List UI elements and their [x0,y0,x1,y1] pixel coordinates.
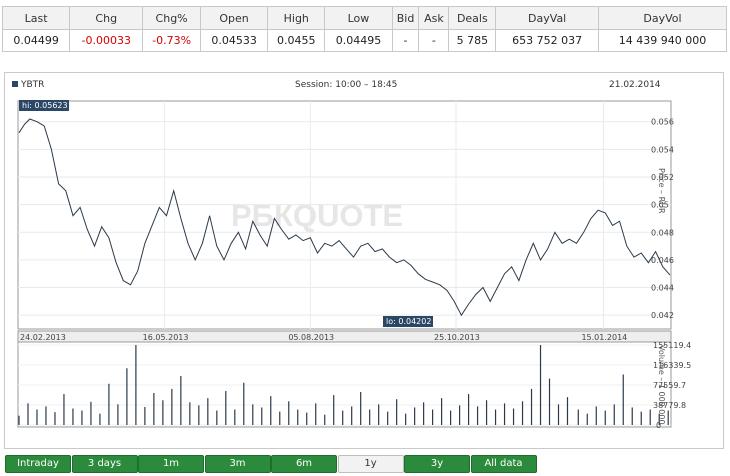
value-open: 0.04533 [199,29,269,52]
header-chg-percent: Chg% [142,6,201,30]
tab-all-data[interactable]: All data [470,455,537,473]
header-dayvol: DayVol [597,6,728,30]
header-open: Open [199,6,269,30]
value-low: 0.04495 [324,29,393,52]
price-tick-label: 0.048 [651,228,674,237]
header-dayval: DayVal [495,6,599,30]
ticker-label: YBTR [20,80,44,90]
date-tick-label: 05.08.2013 [288,333,334,342]
price-axis-label: Price – RUR [657,168,666,214]
price-tick-label: 0.054 [651,145,674,154]
quote-value-row: 0.04499 -0.00033 -0.73% 0.04533 0.0455 0… [1,29,728,52]
hi-label: hi: 0.05623 [22,101,68,110]
price-tick-label: 0.056 [651,118,674,127]
tab-1m[interactable]: 1m [138,455,204,473]
tab-6m[interactable]: 6m [271,455,337,473]
header-low: Low [324,6,393,30]
value-last: 0.04499 [1,29,71,52]
tab-3m[interactable]: 3m [204,455,271,473]
header-bid: Bid [391,6,420,30]
date-axis-bar [17,330,672,343]
header-last: Last [1,6,71,30]
chart-canvas: YBTR Session: 10:00 – 18:45 21.02.2014 Р… [12,80,691,430]
header-ask: Ask [418,6,450,30]
date-tick-label: 24.02.2013 [20,333,66,342]
period-tabs: Intraday 3 days 1m 3m 6m 1y 3y All data [5,455,727,473]
date-tick-label: 15.01.2014 [581,333,627,342]
price-tick-label: 0.042 [651,311,674,320]
price-tick-label: 0.044 [651,284,674,293]
value-high: 0.0455 [267,29,326,52]
quote-header-row: Last Chg Chg% Open High Low Bid Ask Deal… [1,6,728,30]
price-chart[interactable]: YBTR Session: 10:00 – 18:45 21.02.2014 Р… [4,72,724,449]
value-ask: - [418,29,450,52]
tab-1y[interactable]: 1y [337,455,404,473]
value-deals: 5 785 [448,29,497,52]
session-label: Session: 10:00 – 18:45 [295,80,397,90]
date-tick-label: 16.05.2013 [143,333,189,342]
header-high: High [267,6,326,30]
lo-label: lo: 0.04202 [386,317,431,326]
value-chg: -0.00033 [69,29,144,52]
watermark: РБКQUOTE [231,198,403,233]
quote-table: Last Chg Chg% Open High Low Bid Ask Deal… [1,6,728,52]
value-dayvol: 14 439 940 000 [597,29,728,52]
volume-axis-label: Volume – 1 000 000 [657,345,666,425]
value-chg-percent: -0.73% [142,29,201,52]
price-tick-label: 0.046 [651,256,674,265]
chart-date-label: 21.02.2014 [609,80,661,90]
tab-3y[interactable]: 3y [404,455,470,473]
ticker-legend-swatch [12,81,18,87]
date-tick-label: 25.10.2013 [434,333,480,342]
header-deals: Deals [448,6,497,30]
tab-intraday[interactable]: Intraday [5,455,71,473]
tab-3-days[interactable]: 3 days [71,455,138,473]
value-dayval: 653 752 037 [495,29,599,52]
value-bid: - [391,29,420,52]
header-chg: Chg [69,6,144,30]
